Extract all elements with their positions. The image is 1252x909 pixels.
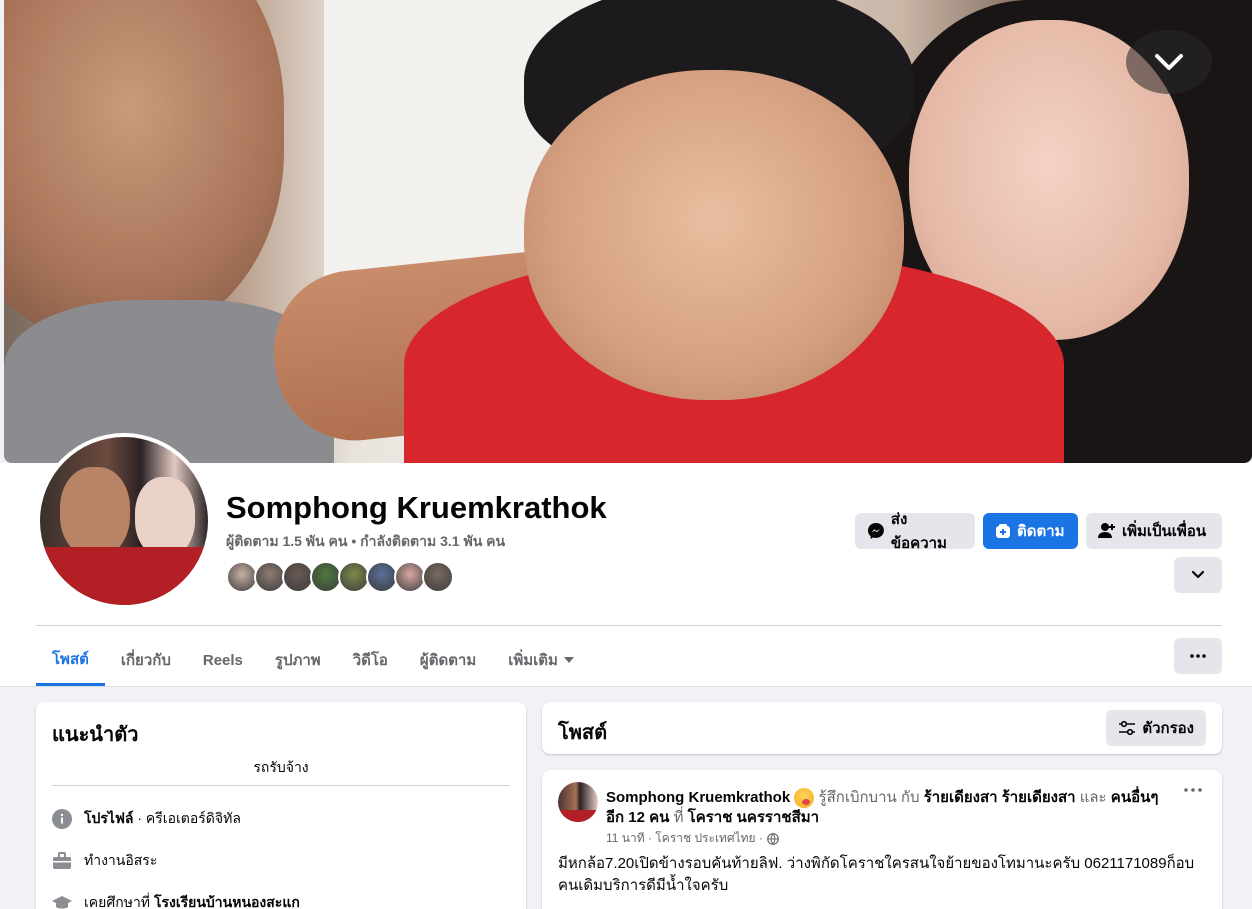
add-friend-button-label: เพิ่มเป็นเพื่อน [1122, 523, 1207, 540]
intro-profile-label: โปรไฟล์ [84, 810, 134, 826]
message-button-label: ส่งข้อความ [890, 511, 947, 552]
post-author-avatar[interactable] [558, 782, 598, 822]
profile-tabs: โพสต์ เกี่ยวกับ Reels รูปภาพ วิดีโอ ผู้ติดตาม… [36, 634, 590, 686]
filter-icon [1119, 721, 1136, 735]
info-icon [52, 809, 72, 829]
post-at: ที่ [673, 809, 688, 827]
intro-card: แนะนำตัว รถรับจ้าง โปรไฟล์ · ครีเอเตอร์ด… [36, 702, 526, 909]
cover-photo[interactable] [4, 0, 1252, 463]
intro-profile-category: · ครีเอเตอร์ดิจิทัล [133, 810, 241, 826]
avatar [40, 437, 208, 605]
follow-icon [996, 524, 1010, 538]
intro-bio: รถรับจ้าง [253, 759, 309, 775]
intro-school-row: เคยศึกษาที่ โรงเรียนบ้านหนองสะแก [52, 892, 300, 909]
tab-label: เพิ่มเติม [508, 652, 558, 669]
tab-label: ผู้ติดตาม [419, 652, 477, 669]
tab-label: Reels [202, 651, 243, 669]
post-time[interactable]: 11 นาที · โคราช ประเทศไทย · [606, 829, 763, 848]
tab-4[interactable]: วิดีโอ [337, 634, 404, 686]
follow-button-label: ติดตาม [1017, 523, 1065, 540]
tab-0[interactable]: โพสต์ [36, 634, 105, 686]
tab-1[interactable]: เกี่ยวกับ [105, 634, 187, 686]
more-dots-icon [1184, 788, 1202, 792]
post-feeling: รู้สึกเบิกบาน กับ [814, 789, 924, 806]
intro-school-link[interactable]: โรงเรียนบ้านหนองสะแก [154, 894, 300, 909]
follower-stats[interactable]: ผู้ติดตาม 1.5 พัน คน • กำลังติดตาม 3.1 พ… [226, 531, 505, 553]
caret-down-icon [563, 657, 574, 663]
follow-button[interactable]: ติดตาม [983, 513, 1078, 549]
tab-3[interactable]: รูปภาพ [259, 634, 337, 686]
post-options-button[interactable] [1184, 788, 1202, 792]
post-body: มีหกล้อ7.20เปิดข้างรอบคันท้ายลิฟ. ว่างพิ… [558, 855, 1195, 894]
add-friend-button[interactable]: เพิ่มเป็นเพื่อน [1086, 513, 1222, 549]
post-meta: 11 นาที · โคราช ประเทศไทย · [606, 829, 779, 848]
tab-label: รูปภาพ [274, 652, 321, 669]
intro-divider [52, 785, 510, 786]
post-location-link[interactable]: โคราช นครราชสีมา [688, 809, 819, 826]
avatar-person-2 [135, 477, 195, 557]
tab-2[interactable]: Reels [187, 634, 259, 686]
chevron-down-icon [1155, 54, 1183, 70]
chevron-down-icon [1191, 570, 1205, 579]
tab-5[interactable]: ผู้ติดตาม [404, 634, 492, 686]
profile-name: Somphong Kruemkrathok [226, 490, 607, 525]
globe-icon [766, 832, 779, 845]
cover-collapse-button[interactable] [1126, 30, 1212, 94]
friend-avatar[interactable] [422, 561, 454, 593]
message-button[interactable]: ส่งข้อความ [855, 511, 975, 552]
feeling-emoji-icon [794, 788, 815, 809]
add-friend-icon [1098, 523, 1115, 538]
intro-school-prefix: เคยศึกษาที่ [84, 894, 154, 909]
tab-label: วิดีโอ [352, 652, 388, 669]
header-bottom-border [0, 686, 1252, 687]
graduation-cap-icon [52, 893, 72, 909]
friend-avatars[interactable] [226, 561, 454, 593]
profile-avatar[interactable] [36, 433, 212, 609]
tabs-more-button[interactable] [1174, 638, 1222, 674]
more-actions-button[interactable] [1174, 557, 1222, 593]
filter-button-label: ตัวกรอง [1142, 720, 1194, 737]
cover-person-left [4, 0, 284, 340]
post-author-link[interactable]: Somphong Kruemkrathok [606, 789, 790, 806]
intro-profile-row: โปรไฟล์ · ครีเอเตอร์ดิจิทัล [52, 808, 241, 830]
intro-work-row: ทำงานอิสระ [52, 850, 157, 872]
posts-title: โพสต์ [558, 722, 608, 744]
post-card: Somphong Kruemkrathok รู้สึกเบิกบาน กับ … [542, 770, 1222, 909]
post-and: และ [1075, 789, 1111, 806]
cover-child [524, 70, 904, 400]
tab-6[interactable]: เพิ่มเติม [492, 634, 590, 686]
filter-button[interactable]: ตัวกรอง [1106, 710, 1206, 746]
briefcase-icon [52, 851, 72, 871]
header-divider [36, 625, 1222, 626]
intro-work: ทำงานอิสระ [84, 852, 158, 868]
intro-title: แนะนำตัว [52, 724, 139, 746]
posts-header-card: โพสต์ ตัวกรอง [542, 702, 1222, 754]
messenger-icon [867, 523, 884, 539]
more-dots-icon [1190, 654, 1206, 658]
tab-label: โพสต์ [52, 650, 89, 668]
post-header-text: Somphong Kruemkrathok รู้สึกเบิกบาน กับ … [606, 788, 1166, 828]
tab-label: เกี่ยวกับ [120, 652, 171, 669]
avatar-person-1 [60, 467, 130, 557]
post-tagged-link[interactable]: ร้ายเดียงสา ร้ายเดียงสา [924, 789, 1076, 806]
avatar-shirt [40, 547, 208, 605]
